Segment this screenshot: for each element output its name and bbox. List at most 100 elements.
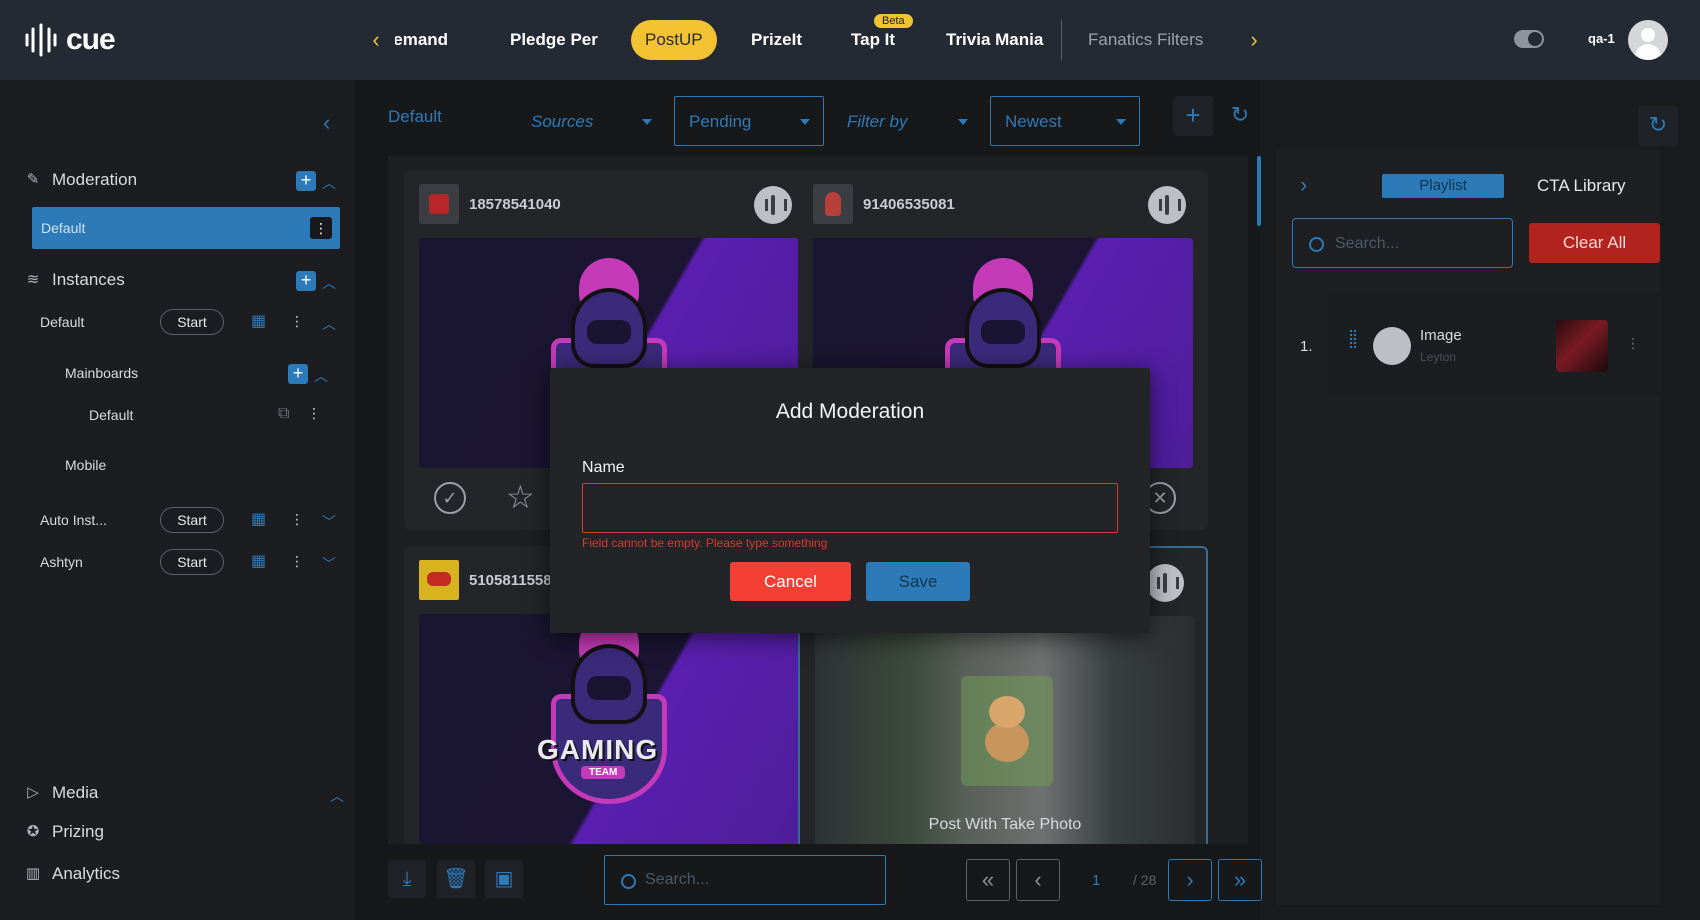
more-options-icon[interactable]: ⋮ bbox=[290, 553, 304, 570]
add-instance-button[interactable]: + bbox=[296, 271, 316, 291]
sidebar-item-analytics[interactable]: ▥ Analytics bbox=[24, 864, 120, 884]
qr-code-icon[interactable]: ▦ bbox=[251, 313, 269, 331]
download-icon[interactable]: ⤓ bbox=[388, 860, 426, 898]
search-input[interactable]: Search... bbox=[604, 855, 886, 905]
instances-title: Instances bbox=[52, 270, 125, 289]
current-page[interactable]: 1 bbox=[1092, 872, 1100, 889]
user-thumbnail bbox=[419, 184, 459, 224]
cue-icon[interactable] bbox=[1373, 327, 1411, 365]
tab-cta-library[interactable]: CTA Library bbox=[1537, 176, 1626, 196]
chevron-down-icon[interactable]: ﹀ bbox=[322, 512, 336, 532]
mainboard-item-default[interactable]: Default bbox=[89, 407, 133, 423]
sort-select-value: Newest bbox=[1005, 112, 1062, 131]
media-icon: ▷ bbox=[27, 784, 39, 801]
clear-all-button[interactable]: Clear All bbox=[1529, 223, 1660, 263]
chevron-down-icon[interactable]: ﹀ bbox=[322, 554, 336, 574]
chevron-down-icon[interactable] bbox=[958, 119, 968, 125]
tab-trivia-mania[interactable]: Trivia Mania bbox=[946, 20, 1043, 60]
start-button[interactable]: Start bbox=[160, 309, 224, 335]
add-icon[interactable]: + bbox=[1173, 96, 1213, 136]
tab-prizeit[interactable]: PrizeIt bbox=[751, 20, 802, 60]
teddy-bear-image bbox=[979, 696, 1035, 766]
more-options-icon[interactable]: ⋮ bbox=[290, 511, 304, 528]
add-mainboard-button[interactable]: + bbox=[288, 364, 308, 384]
analytics-icon: ▥ bbox=[25, 865, 41, 882]
cue-icon[interactable] bbox=[1146, 564, 1184, 602]
chevron-up-icon[interactable]: ︿ bbox=[322, 173, 336, 193]
user-thumbnail bbox=[419, 560, 459, 600]
chevron-up-icon[interactable]: ︿ bbox=[322, 273, 336, 293]
add-moderation-modal: Add Moderation Name Field cannot be empt… bbox=[550, 368, 1150, 633]
moderation-item-default[interactable]: Default ⋮ bbox=[32, 207, 340, 249]
filter-by-dropdown[interactable]: Filter by bbox=[847, 112, 907, 132]
tab-playlist[interactable]: Playlist bbox=[1382, 174, 1504, 198]
chevron-up-icon[interactable]: ︿ bbox=[314, 366, 328, 386]
open-external-icon[interactable]: ⧉ bbox=[278, 405, 296, 423]
post-id: 91406535081 bbox=[863, 195, 955, 213]
last-page-icon[interactable]: » bbox=[1218, 859, 1262, 901]
tab-fanatics-filters[interactable]: Fanatics Filters bbox=[1088, 20, 1203, 60]
refresh-icon[interactable]: ↻ bbox=[1638, 106, 1678, 146]
sidebar-item-prizing[interactable]: ✪ Prizing bbox=[24, 822, 104, 842]
moderation-section-header[interactable]: ✎ Moderation bbox=[24, 170, 137, 190]
nav-next-icon[interactable]: › bbox=[1244, 28, 1264, 52]
mobile-item[interactable]: Mobile bbox=[65, 457, 106, 473]
chevron-down-icon[interactable] bbox=[642, 119, 652, 125]
instance-label: Auto Inst... bbox=[40, 512, 107, 528]
sources-dropdown[interactable]: Sources bbox=[531, 112, 593, 132]
post-id: 51058115580 bbox=[469, 571, 560, 589]
sidebar-item-label: Media bbox=[52, 783, 99, 802]
cue-logo[interactable]: cue bbox=[24, 20, 116, 60]
start-button[interactable]: Start bbox=[160, 549, 224, 575]
playlist-search-input[interactable]: Search... bbox=[1292, 218, 1513, 268]
chevron-up-icon[interactable]: ︿ bbox=[322, 314, 336, 334]
chevron-down-icon[interactable] bbox=[1116, 119, 1126, 125]
cue-icon[interactable] bbox=[754, 186, 792, 224]
more-options-icon[interactable]: ⋮ bbox=[1626, 335, 1640, 352]
instance-label: Default bbox=[40, 314, 85, 330]
theme-toggle[interactable] bbox=[1514, 30, 1544, 48]
trash-icon[interactable]: 🗑 bbox=[437, 860, 475, 898]
post-photo[interactable]: Post With Take Photo bbox=[815, 616, 1195, 844]
tab-pledge-per[interactable]: Pledge Per bbox=[510, 20, 598, 60]
post-image[interactable]: GAMING TEAM bbox=[419, 614, 799, 844]
drag-handle-icon[interactable]: ⠿ ⠿ bbox=[1348, 329, 1362, 358]
tab-postup[interactable]: PostUP bbox=[631, 20, 717, 60]
prev-page-icon[interactable]: ‹ bbox=[1016, 859, 1060, 901]
layers-icon: ≋ bbox=[26, 271, 40, 288]
qr-code-icon[interactable]: ▦ bbox=[251, 511, 269, 529]
cue-icon[interactable] bbox=[1148, 186, 1186, 224]
user-thumbnail bbox=[813, 184, 853, 224]
more-options-icon[interactable]: ⋮ bbox=[307, 405, 321, 422]
avatar[interactable] bbox=[1628, 20, 1668, 60]
select-all-icon[interactable]: ▣ bbox=[485, 860, 523, 898]
save-button[interactable]: Save bbox=[866, 562, 970, 601]
moderation-icon: ✎ bbox=[26, 171, 40, 188]
first-page-icon[interactable]: « bbox=[966, 859, 1010, 901]
chevron-up-icon[interactable]: ︿ bbox=[330, 786, 344, 806]
instances-section-header[interactable]: ≋ Instances bbox=[24, 270, 125, 290]
prize-icon: ✪ bbox=[26, 823, 40, 840]
expand-panel-icon[interactable]: › bbox=[1300, 172, 1307, 198]
nav-prev-icon[interactable]: ‹ bbox=[366, 28, 386, 52]
more-options-icon[interactable]: ⋮ bbox=[290, 313, 304, 330]
approve-icon[interactable]: ✓ bbox=[434, 482, 466, 514]
sidebar-item-media[interactable]: ▷ Media bbox=[24, 783, 98, 803]
cancel-button[interactable]: Cancel bbox=[730, 562, 851, 601]
qr-code-icon[interactable]: ▦ bbox=[251, 553, 269, 571]
star-icon[interactable]: ☆ bbox=[506, 481, 538, 514]
start-button[interactable]: Start bbox=[160, 507, 224, 533]
refresh-icon[interactable]: ↻ bbox=[1220, 96, 1260, 136]
name-field[interactable] bbox=[582, 483, 1118, 533]
more-options-icon[interactable]: ⋮ bbox=[310, 217, 332, 239]
collapse-sidebar-icon[interactable]: ‹ bbox=[323, 110, 330, 136]
scrollbar[interactable] bbox=[1257, 156, 1261, 226]
add-moderation-button[interactable]: + bbox=[296, 171, 316, 191]
breadcrumb[interactable]: Default bbox=[388, 107, 442, 127]
tab-demand[interactable]: Demand bbox=[395, 20, 448, 60]
app-tabs: Demand Pledge Per PostUP PrizeIt Tap It … bbox=[395, 18, 1205, 62]
chevron-down-icon[interactable] bbox=[800, 119, 810, 125]
top-bar: cue ‹ Demand Pledge Per PostUP PrizeIt T… bbox=[0, 0, 1700, 80]
next-page-icon[interactable]: › bbox=[1168, 859, 1212, 901]
moderation-title: Moderation bbox=[52, 170, 138, 189]
